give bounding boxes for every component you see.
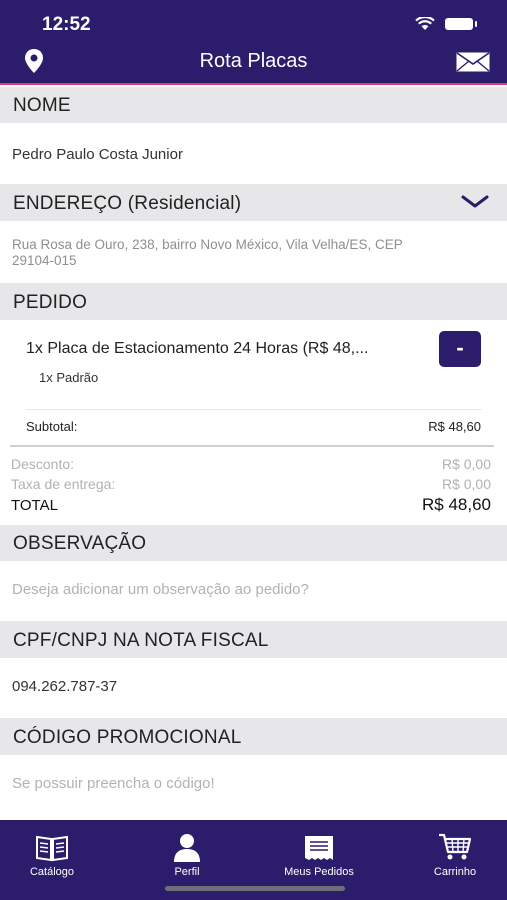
subtotal-value: R$ 48,60 bbox=[428, 419, 481, 434]
tab-perfil[interactable]: Perfil bbox=[132, 830, 242, 878]
divider bbox=[26, 409, 482, 410]
desconto-label: Desconto: bbox=[11, 456, 75, 472]
cpf-input[interactable]: 094.262.787-37 bbox=[12, 678, 117, 695]
section-promo: CÓDIGO PROMOCIONAL bbox=[0, 718, 507, 755]
page-title: Rota Placas bbox=[199, 50, 308, 72]
order-item-option: 1x Padrão bbox=[39, 370, 99, 385]
section-observacao: OBSERVAÇÃO bbox=[0, 525, 507, 561]
remove-item-button[interactable]: - bbox=[439, 331, 481, 367]
battery-icon bbox=[445, 18, 477, 30]
taxa-entrega-label: Taxa de entrega: bbox=[11, 476, 116, 492]
endereco-line-1: Rua Rosa de Ouro, 238, bairro Novo Méxic… bbox=[12, 237, 403, 252]
mail-icon[interactable] bbox=[456, 52, 490, 72]
home-indicator bbox=[165, 886, 345, 891]
header-accent-line bbox=[0, 83, 507, 85]
tab-meus-pedidos[interactable]: Meus Pedidos bbox=[264, 830, 374, 878]
cart-icon bbox=[439, 833, 472, 860]
order-item-name: 1x Placa de Estacionamento 24 Horas (R$ … bbox=[26, 340, 369, 357]
total-label: TOTAL bbox=[11, 497, 58, 514]
endereco-address: Rua Rosa de Ouro, 238, bairro Novo Méxic… bbox=[12, 237, 403, 269]
taxa-entrega-value: R$ 0,00 bbox=[441, 476, 491, 492]
nome-value[interactable]: Pedro Paulo Costa Junior bbox=[12, 146, 183, 163]
section-nome-heading: NOME bbox=[13, 95, 71, 116]
top-bar: 12:52 Rota Placas bbox=[0, 0, 507, 85]
observacao-input[interactable]: Deseja adicionar um observação ao pedido… bbox=[12, 581, 309, 598]
tab-carrinho[interactable]: Carrinho bbox=[400, 830, 507, 878]
tab-perfil-label: Perfil bbox=[174, 866, 200, 878]
receipt-icon bbox=[305, 836, 333, 860]
endereco-line-2: 29104-015 bbox=[12, 253, 77, 268]
chevron-down-icon[interactable] bbox=[461, 192, 489, 210]
section-endereco[interactable]: ENDEREÇO (Residencial) bbox=[0, 184, 507, 221]
tab-catalogo[interactable]: Catálogo bbox=[0, 830, 107, 878]
total-value: R$ 48,60 bbox=[422, 495, 491, 514]
divider bbox=[10, 445, 494, 447]
section-pedido-heading: PEDIDO bbox=[13, 292, 88, 313]
section-observacao-heading: OBSERVAÇÃO bbox=[13, 533, 147, 554]
user-icon bbox=[174, 834, 200, 862]
section-nome: NOME bbox=[0, 87, 507, 123]
desconto-value: R$ 0,00 bbox=[441, 456, 491, 472]
promo-code-input[interactable]: Se possuir preencha o código! bbox=[12, 775, 215, 792]
wifi-icon bbox=[415, 17, 435, 30]
section-endereco-heading: ENDEREÇO (Residencial) bbox=[13, 193, 242, 214]
section-cpf-heading: CPF/CNPJ NA NOTA FISCAL bbox=[13, 630, 269, 651]
tab-carrinho-label: Carrinho bbox=[433, 866, 477, 878]
subtotal-label: Subtotal: bbox=[26, 419, 78, 434]
section-promo-heading: CÓDIGO PROMOCIONAL bbox=[13, 727, 242, 748]
status-time: 12:52 bbox=[42, 14, 91, 35]
section-pedido: PEDIDO bbox=[0, 283, 507, 320]
tab-catalogo-label: Catálogo bbox=[29, 866, 75, 878]
section-cpf: CPF/CNPJ NA NOTA FISCAL bbox=[0, 621, 507, 658]
book-icon bbox=[36, 835, 68, 862]
tab-meus-pedidos-label: Meus Pedidos bbox=[284, 866, 354, 878]
status-icons bbox=[415, 17, 477, 31]
